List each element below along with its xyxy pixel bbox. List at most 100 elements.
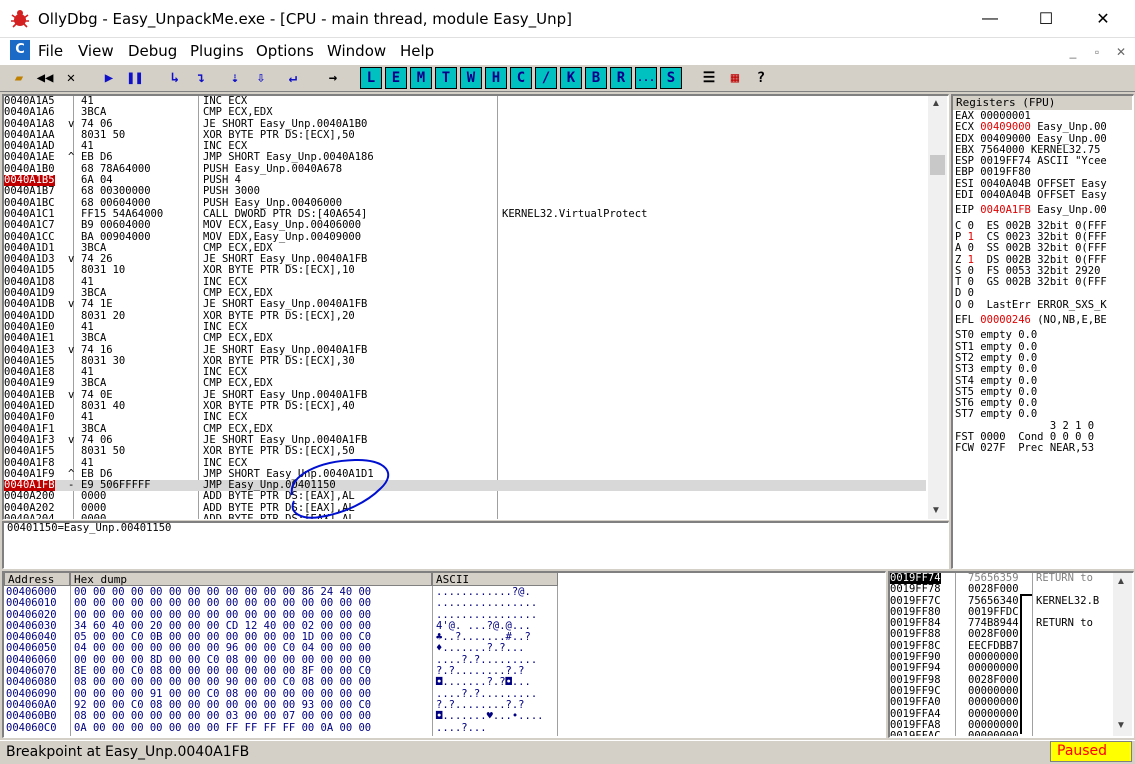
toolbar-breakpoints-button[interactable]: B	[585, 67, 607, 89]
dump-row[interactable]: 00406080 08 00 00 00 00 00 00 00 90 00 00…	[6, 677, 884, 689]
dump-col-address[interactable]: Address	[4, 572, 70, 586]
open-folder-icon[interactable]: ▰	[8, 67, 30, 89]
mdi-restore-icon[interactable]: ▫	[1087, 42, 1107, 62]
run-icon[interactable]: ▶	[98, 67, 120, 89]
toolbar-runtrace-button[interactable]: ...	[635, 67, 657, 89]
toolbar-executables-button[interactable]: E	[385, 67, 407, 89]
register-line[interactable]: FCW 027F Prec NEAR,53	[955, 443, 1133, 454]
disasm-row[interactable]: 0040A1DB v 74 1E JE SHORT Easy_Unp.0040A1FB	[4, 299, 926, 311]
scroll-up-icon[interactable]: ▲	[1116, 576, 1126, 587]
dump-row[interactable]: 004060C0 0A 00 00 00 00 00 00 00 FF FF FF…	[6, 722, 884, 734]
scroll-down-icon[interactable]: ▼	[1116, 720, 1126, 731]
disassembly-listing[interactable]: 0040A1A5 41 INC ECX 0040A1A6 3BCA CMP ECX,E…	[4, 96, 926, 519]
disasm-row[interactable]: 0040A1D5 8031 10 XOR BYTE PTR DS:[ECX],10	[4, 265, 926, 277]
disasm-row[interactable]: 0040A1D9 3BCA CMP ECX,EDX	[4, 287, 926, 299]
disasm-row[interactable]: 0040A1AD 41 INC ECX	[4, 140, 926, 152]
menu-help[interactable]: Help	[400, 42, 434, 60]
toolbar-references-button[interactable]: R	[610, 67, 632, 89]
scroll-up-icon[interactable]: ▲	[931, 98, 941, 109]
dump-col-hex[interactable]: Hex dump	[70, 572, 432, 586]
disasm-row[interactable]: 0040A1F3 v 74 06 JE SHORT Easy_Unp.0040A1FB	[4, 434, 926, 446]
toolbar-windows-button[interactable]: W	[460, 67, 482, 89]
stack-row[interactable]: 0019FFA0 00000000	[890, 696, 1112, 708]
stack-row[interactable]: 0019FF94 00000000	[890, 663, 1112, 675]
stack-scrollbar[interactable]	[1113, 573, 1132, 736]
disasm-row[interactable]: 0040A1D1 3BCA CMP ECX,EDX	[4, 242, 926, 254]
disasm-row[interactable]: 0040A1F8 41 INC ECX	[4, 457, 926, 469]
close-button[interactable]: ✕	[1074, 0, 1132, 38]
menu-view[interactable]: View	[78, 42, 114, 60]
trace-over-icon[interactable]: ⇩	[250, 67, 272, 89]
disasm-row[interactable]: 0040A1A6 3BCA CMP ECX,EDX	[4, 106, 926, 118]
toolbar-source-button[interactable]: S	[660, 67, 682, 89]
disasm-row[interactable]: 0040A1F5 8031 50 XOR BYTE PTR DS:[ECX],50	[4, 445, 926, 457]
disasm-row[interactable]: 0040A1CC BA 00904000 MOV EDX,Easy_Unp.004…	[4, 231, 926, 243]
step-into-icon[interactable]: ↳	[164, 67, 186, 89]
toolbar-callstack-button[interactable]: K	[560, 67, 582, 89]
disasm-row[interactable]: 0040A1E8 41 INC ECX	[4, 366, 926, 378]
execute-till-return-icon[interactable]: ↵	[282, 67, 304, 89]
disasm-row[interactable]: 0040A1D3 v 74 26 JE SHORT Easy_Unp.0040A1FB	[4, 253, 926, 265]
stack-row[interactable]: 0019FF78 0028F000	[890, 583, 1112, 595]
disasm-row[interactable]: 0040A1F1 3BCA CMP ECX,EDX	[4, 423, 926, 435]
step-over-icon[interactable]: ↴	[190, 67, 212, 89]
goto-origin-icon[interactable]: →	[322, 67, 344, 89]
disasm-row[interactable]: 0040A1E1 3BCA CMP ECX,EDX	[4, 332, 926, 344]
dump-row[interactable]: 00406010 00 00 00 00 00 00 00 00 00 00 00…	[6, 597, 884, 609]
register-line[interactable]: EFL 00000246 (NO,NB,E,BE	[955, 314, 1133, 326]
menu-file[interactable]: File	[38, 42, 63, 60]
disasm-row[interactable]: 0040A1B0 68 78A64000 PUSH Easy_Unp.0040A6…	[4, 163, 926, 175]
register-line[interactable]: T 0 GS 002B 32bit 0(FFF	[955, 277, 1133, 288]
disasm-row[interactable]: 0040A1E9 3BCA CMP ECX,EDX	[4, 378, 926, 390]
disasm-row[interactable]: 0040A1ED 8031 40 XOR BYTE PTR DS:[ECX],40	[4, 400, 926, 412]
disasm-row[interactable]: 0040A202 0000 ADD BYTE PTR DS:[EAX],AL	[4, 502, 926, 514]
mdi-close-icon[interactable]: ✕	[1111, 42, 1131, 62]
disasm-row[interactable]: 0040A1A5 41 INC ECX	[4, 96, 926, 107]
dump-row[interactable]: 004060B0 08 00 00 00 00 00 00 00 03 00 00…	[6, 710, 884, 722]
disasm-row[interactable]: 0040A1D8 41 INC ECX	[4, 276, 926, 288]
disasm-row[interactable]: 0040A204 0000 ADD BYTE PTR DS:[EAX],AL	[4, 513, 926, 519]
maximize-button[interactable]: ☐	[1017, 0, 1075, 38]
register-line[interactable]: EDI 0040A04B OFFSET Easy	[955, 189, 1133, 201]
disasm-row[interactable]: 0040A1B7 68 00300000 PUSH 3000	[4, 186, 926, 198]
menu-window[interactable]: Window	[327, 42, 386, 60]
menu-options[interactable]: Options	[256, 42, 314, 60]
stack-listing[interactable]: 0019FF74 75656359 RETURN to 0019FF78 0028F00…	[890, 573, 1112, 736]
disasm-row[interactable]: 0040A1EB v 74 0E JE SHORT Easy_Unp.0040A1FB	[4, 389, 926, 401]
stack-row[interactable]: 0019FFAC 00000000	[890, 730, 1112, 736]
cpu-window-icon[interactable]: C	[10, 40, 30, 60]
toolbar-patches-button[interactable]: /	[535, 67, 557, 89]
restart-icon[interactable]: ◀◀	[34, 67, 56, 89]
scroll-down-icon[interactable]: ▼	[931, 505, 941, 516]
menu-plugins[interactable]: Plugins	[190, 42, 244, 60]
dump-col-ascii[interactable]: ASCII	[432, 572, 558, 586]
register-line[interactable]: O 0 LastErr ERROR_SXS_K	[955, 299, 1133, 311]
disasm-row[interactable]: 0040A200 0000 ADD BYTE PTR DS:[EAX],AL	[4, 491, 926, 503]
color-grid-icon[interactable]: ▦	[724, 67, 746, 89]
toolbar-memory-button[interactable]: M	[410, 67, 432, 89]
toolbar-threads-button[interactable]: T	[435, 67, 457, 89]
registers-list[interactable]: EAX 00000001 ECX 00409000 Easy_Unp.00 EDX …	[955, 111, 1133, 567]
disasm-row[interactable]: 0040A1E0 41 INC ECX	[4, 321, 926, 333]
scroll-thumb[interactable]	[930, 155, 945, 175]
pause-icon[interactable]: ❚❚	[124, 67, 146, 89]
disasm-row[interactable]: 0040A1E5 8031 30 XOR BYTE PTR DS:[ECX],30	[4, 355, 926, 367]
toolbar-cpu-button[interactable]: C	[510, 67, 532, 89]
mdi-minimize-icon[interactable]: _	[1063, 42, 1083, 62]
disasm-row[interactable]: 0040A1DD 8031 20 XOR BYTE PTR DS:[ECX],20	[4, 310, 926, 322]
close-process-icon[interactable]: ✕	[60, 67, 82, 89]
disasm-row[interactable]: 0040A1A8 v 74 06 JE SHORT Easy_Unp.0040A1B0	[4, 118, 926, 130]
trace-into-icon[interactable]: ⇣	[224, 67, 246, 89]
disasm-row[interactable]: 0040A1F0 41 INC ECX	[4, 412, 926, 424]
list-icon[interactable]: ☰	[698, 67, 720, 89]
hex-dump-listing[interactable]: 00406000 00 00 00 00 00 00 00 00 00 00 00…	[6, 587, 884, 736]
minimize-button[interactable]: —	[961, 0, 1019, 38]
register-line[interactable]: EIP 0040A1FB Easy_Unp.00	[955, 205, 1133, 216]
toolbar-handles-button[interactable]: H	[485, 67, 507, 89]
disasm-row[interactable]: 0040A1AA 8031 50 XOR BYTE PTR DS:[ECX],50	[4, 129, 926, 141]
disasm-row[interactable]: 0040A1E3 v 74 16 JE SHORT Easy_Unp.0040A1FB	[4, 344, 926, 356]
toolbar-log-button[interactable]: L	[360, 67, 382, 89]
menu-debug[interactable]: Debug	[128, 42, 177, 60]
disasm-row[interactable]: 0040A1C7 B9 00604000 MOV ECX,Easy_Unp.004…	[4, 219, 926, 231]
disasm-row[interactable]: 0040A1FB - E9 506FFFFF JMP Easy_Unp.0040115…	[4, 479, 926, 492]
